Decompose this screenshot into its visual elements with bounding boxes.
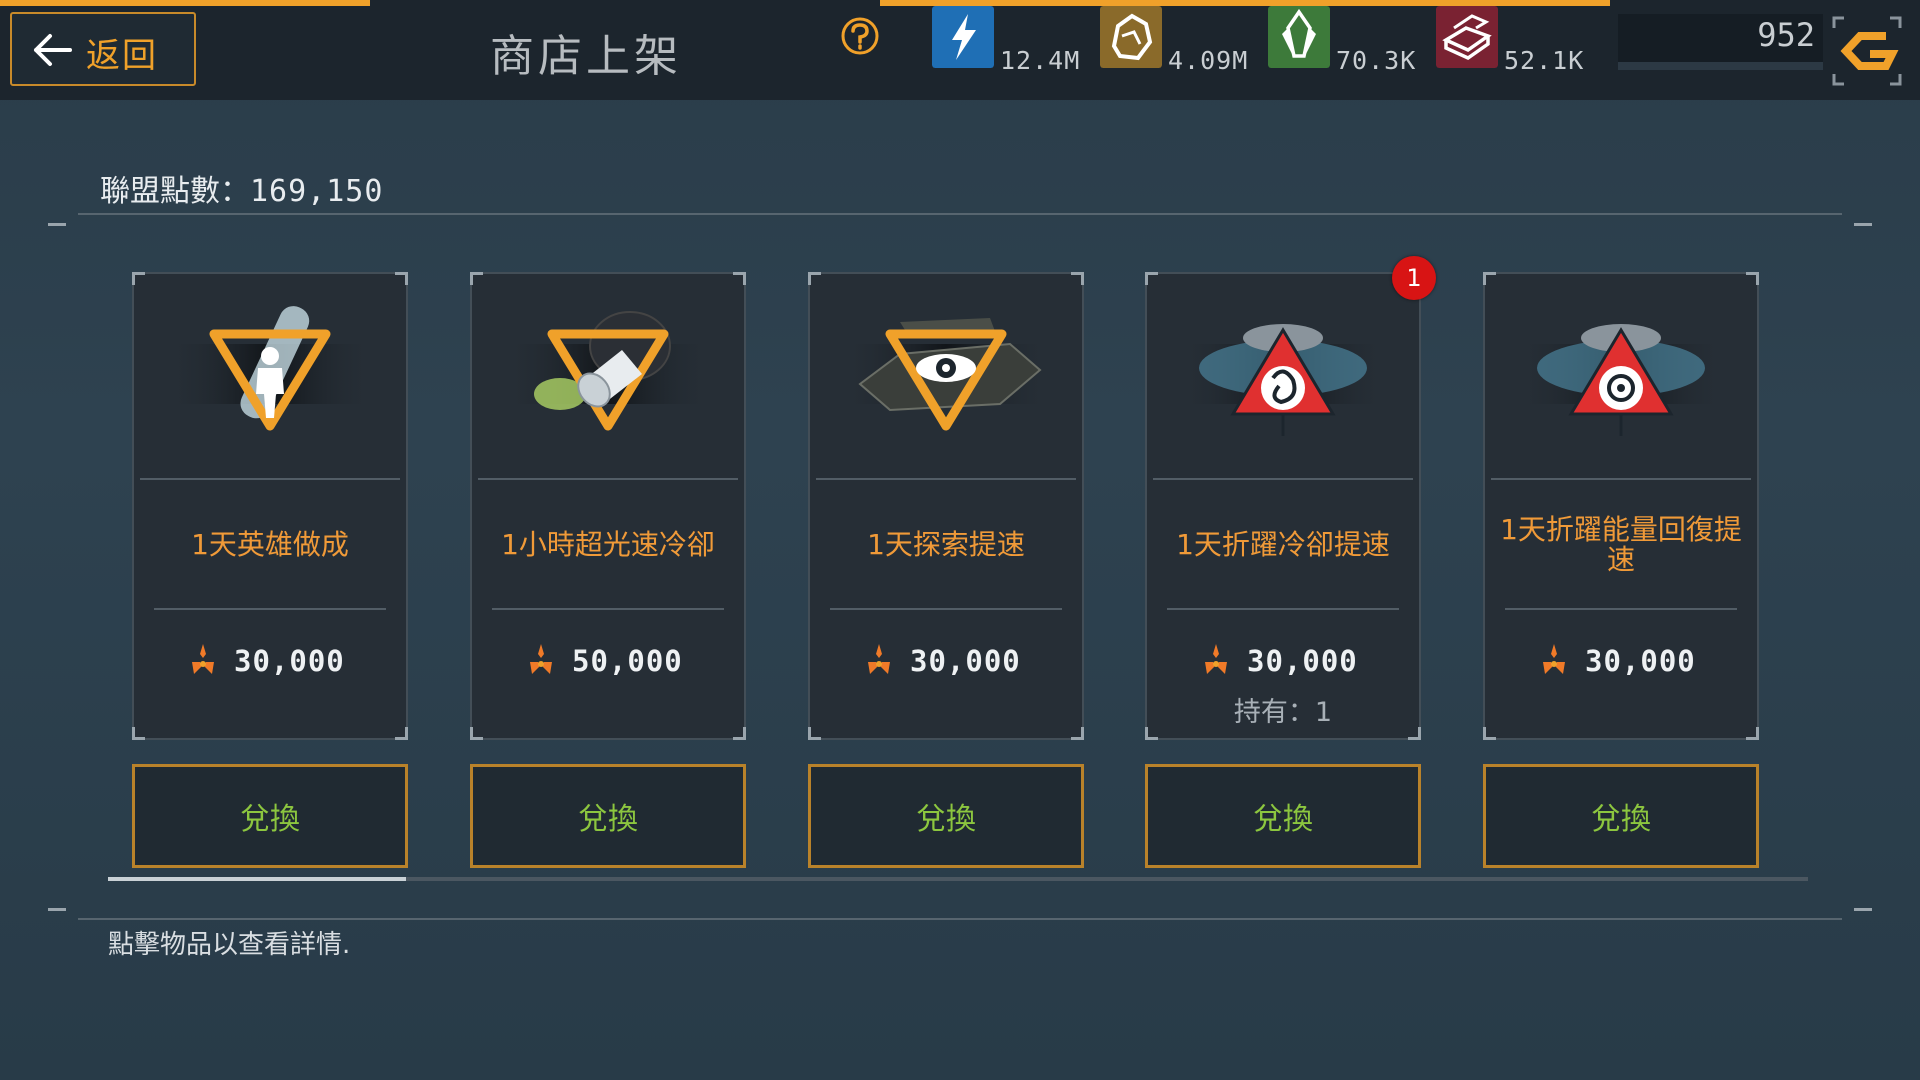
- card-corner: [1483, 272, 1496, 285]
- crystal-icon: [1268, 6, 1330, 68]
- item-cost-value: 30,000: [910, 644, 1021, 678]
- item-name: 1天英雄做成: [191, 528, 349, 561]
- currency-bar: [1618, 62, 1823, 70]
- card-divider: [478, 478, 738, 480]
- card-corner: [395, 727, 408, 740]
- card-divider: [140, 478, 400, 480]
- item-name: 1天探索提速: [867, 528, 1025, 561]
- galaxy-currency-icon[interactable]: [1830, 14, 1904, 88]
- item-cost: 30,000: [186, 642, 386, 682]
- card-corner: [132, 272, 145, 285]
- card-corner: [470, 272, 483, 285]
- divider-tick: [48, 908, 66, 911]
- ore-rock-icon: [1100, 6, 1162, 68]
- shop-item-card[interactable]: 1天探索提速 30,000: [808, 272, 1084, 740]
- currency-box[interactable]: 952: [1618, 14, 1823, 70]
- shop-screen: 返回 商店上架 12.4M 4.09M 70.3K 52.1K 952 聯盟點數…: [0, 0, 1920, 1080]
- alliance-point-icon: [1205, 644, 1227, 674]
- item-cost-value: 30,000: [1585, 644, 1696, 678]
- resource-value: 4.09M: [1168, 46, 1249, 75]
- alloy-bars-icon: [1436, 6, 1498, 68]
- back-button[interactable]: 返回: [10, 12, 196, 86]
- back-label: 返回: [86, 36, 158, 76]
- help-icon[interactable]: [840, 16, 880, 56]
- divider-tick: [1854, 908, 1872, 911]
- resource-value: 52.1K: [1504, 46, 1585, 75]
- bottom-divider: [78, 918, 1842, 920]
- item-cost-value: 30,000: [234, 644, 345, 678]
- card-corner: [1483, 727, 1496, 740]
- card-divider: [1491, 478, 1751, 480]
- divider-tick: [48, 223, 66, 226]
- page-title: 商店上架: [490, 31, 682, 82]
- card-corner: [733, 272, 746, 285]
- card-divider: [1505, 608, 1737, 610]
- shop-item-card[interactable]: 1小時超光速冷卻 50,000: [470, 272, 746, 740]
- item-cost-value: 50,000: [572, 644, 683, 678]
- item-cost: 30,000: [1537, 642, 1737, 682]
- shop-item-card[interactable]: 1天英雄做成 30,000: [132, 272, 408, 740]
- card-corner: [1071, 272, 1084, 285]
- redeem-button[interactable]: 兌換: [470, 764, 746, 868]
- item-cost: 50,000: [524, 642, 724, 682]
- card-divider: [816, 478, 1076, 480]
- card-divider: [830, 608, 1062, 610]
- hint-text: 點擊物品以查看詳情.: [108, 930, 351, 960]
- divider-tick: [1854, 223, 1872, 226]
- warp-energy-icon: [1515, 324, 1727, 436]
- redeem-button[interactable]: 兌換: [1145, 764, 1421, 868]
- currency-value: 952: [1757, 16, 1815, 54]
- card-divider: [492, 608, 724, 610]
- back-arrow-icon: [34, 34, 72, 66]
- top-bar: 返回 商店上架 12.4M 4.09M 70.3K 52.1K 952: [0, 0, 1920, 100]
- item-cost-value: 30,000: [1247, 644, 1358, 678]
- card-divider: [1153, 478, 1413, 480]
- alliance-point-icon: [192, 644, 214, 674]
- card-corner: [132, 727, 145, 740]
- item-name: 1小時超光速冷卻: [501, 528, 715, 561]
- resource-value: 70.3K: [1336, 46, 1417, 75]
- card-divider: [154, 608, 386, 610]
- shop-item-card[interactable]: 1天折躍冷卻提速 30,000 持有：1: [1145, 272, 1421, 740]
- alliance-point-icon: [530, 644, 552, 674]
- energy-bolt-icon: [932, 6, 994, 68]
- alliance-point-icon: [1543, 644, 1565, 674]
- alliance-points-label: 聯盟點數：: [100, 174, 250, 209]
- card-corner: [733, 727, 746, 740]
- card-corner: [470, 727, 483, 740]
- card-divider: [1167, 608, 1399, 610]
- explore-eye-icon: [840, 318, 1052, 431]
- card-corner: [395, 272, 408, 285]
- ftl-thruster-icon: [502, 311, 714, 431]
- card-corner: [1746, 272, 1759, 285]
- item-name: 1天折躍能量回復提速: [1500, 513, 1742, 576]
- redeem-button[interactable]: 兌換: [808, 764, 1084, 868]
- card-corner: [1071, 727, 1084, 740]
- top-divider: [78, 213, 1842, 215]
- scrollbar-thumb[interactable]: [108, 877, 406, 881]
- redeem-button[interactable]: 兌換: [1483, 764, 1759, 868]
- alliance-point-icon: [868, 644, 890, 674]
- top-accent-line: [0, 0, 370, 6]
- item-cost: 30,000: [1199, 642, 1399, 682]
- alliance-points-value: 169,150: [250, 174, 384, 209]
- redeem-button[interactable]: 兌換: [132, 764, 408, 868]
- card-corner: [1746, 727, 1759, 740]
- card-corner: [808, 727, 821, 740]
- card-corner: [808, 272, 821, 285]
- item-owned: 持有：1: [1233, 697, 1333, 728]
- resource-value: 12.4M: [1000, 46, 1081, 75]
- item-name: 1天折躍冷卻提速: [1176, 528, 1390, 561]
- card-corner: [1145, 272, 1158, 285]
- warp-cooldown-icon: [1177, 324, 1389, 436]
- item-cost: 30,000: [862, 642, 1062, 682]
- alliance-points: 聯盟點數：169,150: [100, 166, 383, 210]
- shop-item-card[interactable]: 1天折躍能量回復提速 30,000: [1483, 272, 1759, 740]
- notification-badge: 1: [1392, 256, 1436, 300]
- hero-vial-icon: [164, 306, 376, 431]
